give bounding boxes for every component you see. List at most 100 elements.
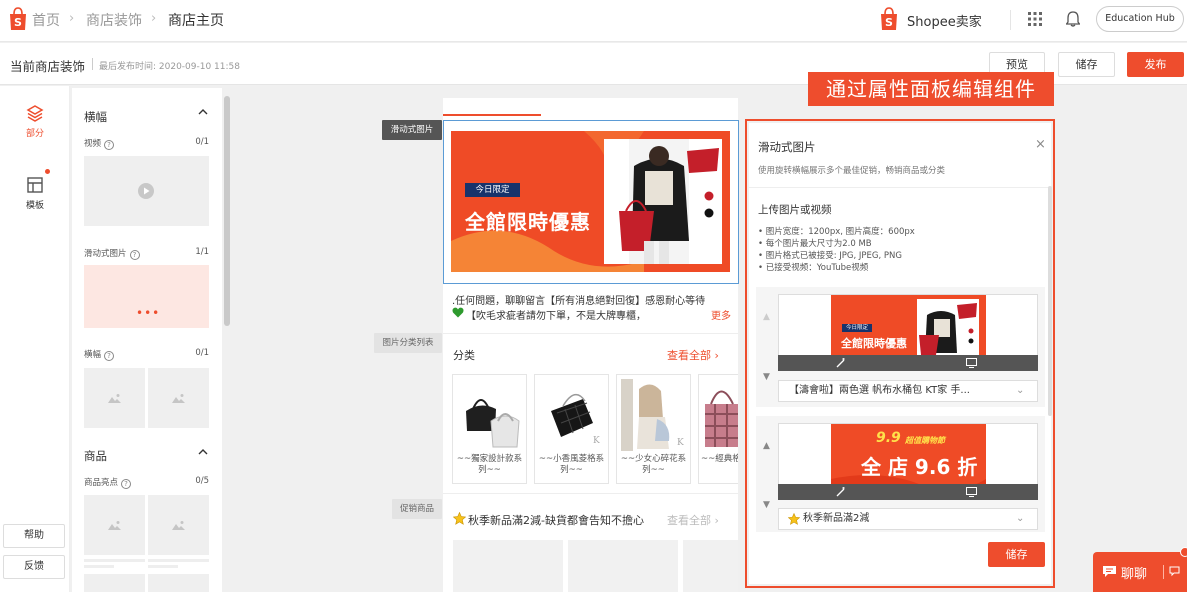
upload-spec-text: 已接受视频：YouTube视频: [765, 263, 869, 273]
component-banner-label: 横幅?: [84, 348, 115, 361]
publish-button[interactable]: 发布: [1127, 52, 1184, 77]
star-icon: [788, 513, 800, 525]
sale-banner-image: [451, 131, 730, 272]
education-hub-button[interactable]: Education Hub: [1096, 6, 1184, 32]
notice-more-link[interactable]: 更多: [708, 307, 731, 322]
placeholder-line: [148, 559, 209, 562]
last-published-time: 最后发布时间: 2020-09-10 11:58: [99, 62, 240, 72]
desktop-icon[interactable]: [966, 358, 977, 368]
category-card-label: ~~經典格: [701, 454, 738, 464]
upload-spec-text: 图片宽度：1200px, 图片高度：600px: [765, 227, 915, 237]
properties-title: 滑动式图片: [758, 140, 816, 154]
canvas-tag-category[interactable]: 图片分类列表: [374, 333, 442, 353]
layers-icon: [26, 104, 44, 122]
move-down-arrow-icon[interactable]: ▼: [763, 500, 770, 510]
component-banner-thumbnail[interactable]: [148, 368, 209, 428]
girl-floral-bag-image: K: [621, 379, 684, 451]
promo-product-placeholder: [568, 540, 678, 592]
category-card[interactable]: ~~獨家設計款系列~~: [452, 374, 527, 484]
slide-control-bar: [778, 484, 1038, 500]
feedback-button[interactable]: 反馈: [3, 555, 65, 579]
properties-save-button[interactable]: 储存: [988, 542, 1045, 567]
move-down-arrow-icon[interactable]: ▼: [763, 372, 770, 382]
svg-text:S: S: [14, 16, 22, 29]
breadcrumb-shop-decoration[interactable]: 商店装饰: [86, 10, 142, 30]
upload-spec: • 图片格式已被接受: JPG, JPEG, PNG: [758, 251, 902, 261]
desktop-icon[interactable]: [966, 487, 977, 497]
move-up-arrow-icon[interactable]: ▲: [763, 312, 770, 322]
image-placeholder-icon: [108, 520, 121, 530]
close-icon[interactable]: ×: [1035, 137, 1046, 152]
rail-item-templates[interactable]: 模板: [0, 176, 70, 211]
property-panel-callout: 通过属性面板编辑组件: [808, 72, 1054, 106]
slide-link-select[interactable]: 【濤會啦】兩色選 帆布水桶包 KT家 手... ⌄: [778, 380, 1038, 402]
chevron-down-icon: ⌄: [1016, 385, 1025, 396]
component-product-thumbnail[interactable]: [84, 495, 145, 555]
component-banner-thumbnail[interactable]: [84, 368, 145, 428]
magic-crop-icon[interactable]: [836, 358, 846, 368]
banner-today-badge: 今日限定: [465, 183, 520, 197]
slide-link-value: 【濤會啦】兩色選 帆布水桶包 KT家 手...: [789, 385, 970, 396]
canvas-tag-promo[interactable]: 促销商品: [392, 499, 442, 519]
image-placeholder-icon: [172, 520, 185, 530]
placeholder-line: [84, 559, 145, 562]
help-button[interactable]: 帮助: [3, 524, 65, 548]
divider: [92, 58, 93, 70]
chat-notification-dot: [1180, 547, 1187, 557]
slider-banner-component[interactable]: [443, 120, 739, 284]
section-product-title: 商品: [84, 449, 107, 463]
chevron-up-icon[interactable]: [198, 107, 208, 117]
canvas-tag-slider[interactable]: 滑动式图片: [382, 120, 442, 140]
help-circle-icon[interactable]: ?: [121, 479, 132, 489]
component-video-count: 0/1: [195, 137, 209, 147]
more-dots-icon: •••: [136, 306, 161, 320]
apps-grid-icon[interactable]: [1028, 12, 1042, 26]
component-banner-name: 横幅: [84, 350, 102, 360]
category-view-all-label: 查看全部: [667, 349, 711, 362]
divider: [749, 187, 1051, 188]
category-card[interactable]: K ~~小香風菱格系列~~: [534, 374, 609, 484]
slide-subheadline: 超值購物節: [905, 436, 945, 445]
promo-view-all-link[interactable]: 查看全部 ›: [667, 512, 719, 528]
save-button[interactable]: 储存: [1058, 52, 1115, 77]
divider: [1010, 10, 1011, 30]
magic-crop-icon[interactable]: [836, 487, 846, 497]
chat-button[interactable]: 聊聊: [1093, 552, 1187, 592]
properties-scrollbar[interactable]: [1048, 186, 1052, 416]
move-up-arrow-icon[interactable]: ▲: [763, 441, 770, 451]
category-card-label: ~~少女心碎花系列~~: [620, 454, 687, 475]
divider: [443, 333, 738, 334]
help-circle-icon[interactable]: ?: [104, 140, 115, 150]
slide-headline: 9.9: [876, 430, 901, 446]
banner-sale-title: 全館限時優惠: [465, 210, 591, 234]
help-circle-icon[interactable]: ?: [104, 351, 115, 361]
active-tab-indicator: [443, 114, 541, 116]
category-card[interactable]: K ~~少女心碎花系列~~: [616, 374, 691, 484]
component-video-thumbnail[interactable]: [84, 156, 209, 226]
component-product-thumbnail[interactable]: [84, 574, 145, 592]
shopee-bag-icon[interactable]: S: [8, 7, 28, 31]
component-product-thumbnail[interactable]: [148, 574, 209, 592]
minimize-chat-icon[interactable]: [1169, 566, 1180, 577]
rail-item-sections[interactable]: 部分: [0, 104, 70, 139]
component-slider-name: 滑动式图片: [84, 249, 127, 259]
breadcrumb-home[interactable]: 首页: [32, 10, 60, 30]
help-circle-icon[interactable]: ?: [129, 250, 140, 260]
chevron-right-icon: ›: [151, 11, 157, 26]
notification-bell-icon[interactable]: [1066, 11, 1080, 27]
rail-templates-label: 模板: [25, 201, 44, 211]
category-card[interactable]: ~~經典格: [698, 374, 738, 484]
top-navigation-bar: S 首页 › 商店装饰 › 商店主页 S Shopee卖家 Education …: [0, 0, 1187, 42]
chevron-up-icon[interactable]: [198, 447, 208, 457]
component-video-name: 视频: [84, 139, 102, 149]
chevron-right-icon: ›: [69, 11, 75, 26]
slide-link-select[interactable]: 秋季新品滿2減 ⌄: [778, 508, 1038, 530]
components-scrollbar[interactable]: [224, 96, 230, 326]
play-icon: [138, 183, 154, 199]
component-product-thumbnail[interactable]: [148, 495, 209, 555]
promo-view-all-label: 查看全部: [667, 514, 711, 527]
component-product-highlight-count: 0/5: [195, 476, 209, 486]
component-slider-thumbnail[interactable]: •••: [84, 265, 209, 328]
category-view-all-link[interactable]: 查看全部 ›: [667, 347, 719, 363]
rail-sections-label: 部分: [25, 129, 44, 139]
